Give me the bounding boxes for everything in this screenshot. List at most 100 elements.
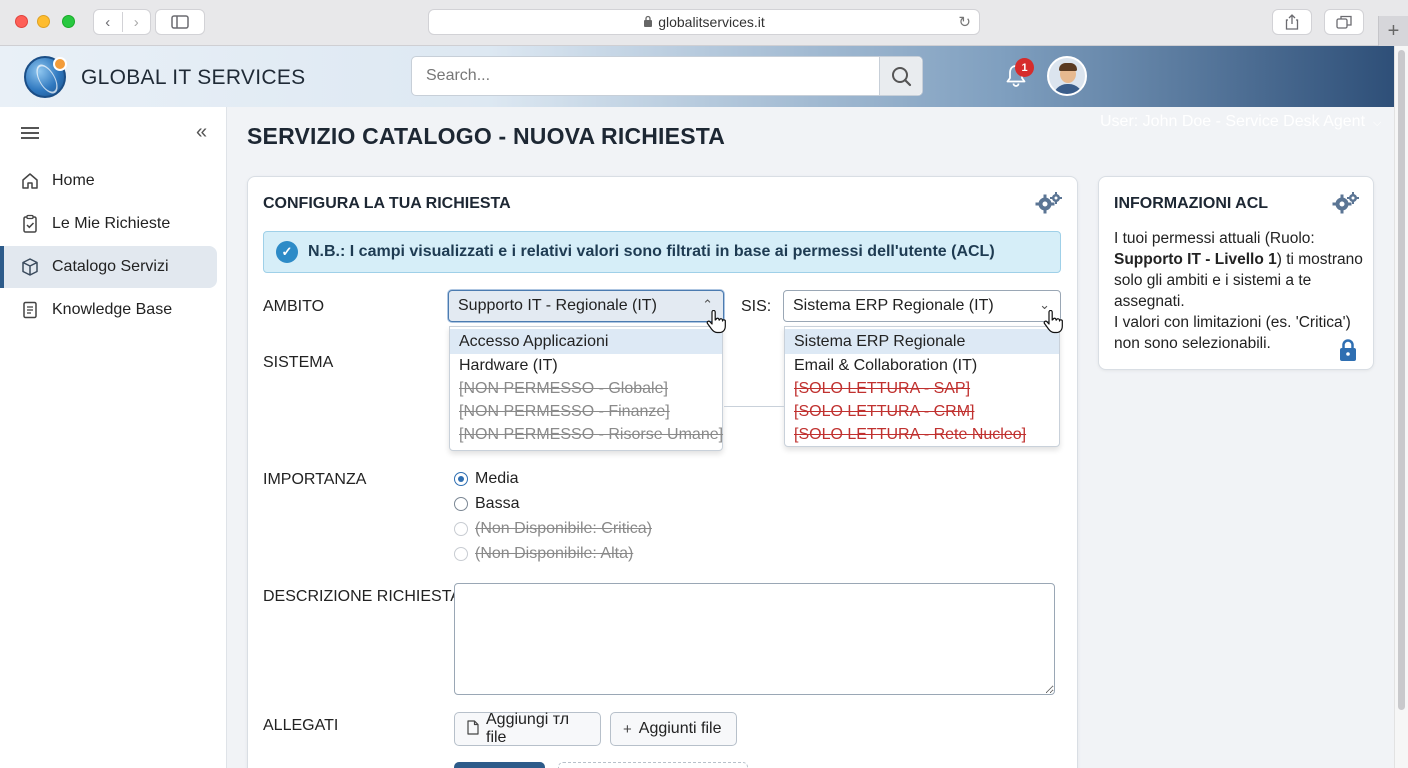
ambito-option[interactable]: Accesso Applicazioni — [450, 329, 722, 354]
acl-notice: ✓ N.B.: I campi visualizzati e i relativ… — [263, 231, 1061, 273]
radio-label: Bassa — [475, 495, 520, 512]
address-bar[interactable]: globalitservices.it ↻ — [428, 9, 980, 35]
tabs-overview-icon[interactable] — [1324, 9, 1364, 35]
book-icon — [20, 300, 40, 320]
radio-circle — [454, 522, 468, 536]
sidebar-item-label: Knowledge Base — [52, 301, 173, 318]
ambito-option[interactable]: Hardware (IT) — [450, 354, 722, 377]
radio-circle[interactable] — [454, 497, 468, 511]
ambito-label: AMBITO — [263, 298, 325, 315]
allegati-label: ALLEGATI — [263, 717, 339, 734]
user-menu[interactable]: User: John Doe - Service Desk Agent ⌵ — [1100, 113, 1381, 131]
window-zoom-button[interactable] — [62, 15, 75, 28]
importanza-label: IMPORTANZA — [263, 471, 367, 488]
menu-icon[interactable] — [21, 127, 39, 139]
chevron-down-icon: ⌵ — [1373, 117, 1382, 129]
add-file-label: Aggiungi тл file — [486, 711, 570, 746]
file-icon — [467, 719, 479, 739]
sistema-label: SISTEMA — [263, 354, 334, 371]
page-scrollbar[interactable] — [1394, 46, 1408, 768]
notice-text: N.B.: I campi visualizzati e i relativi … — [308, 243, 995, 260]
page-title: SERVIZIO CATALOGO - NUOVA RICHIESTA — [247, 123, 726, 149]
radio-label: (Non Disponibile: Critica) — [475, 520, 652, 537]
avatar-hair — [1059, 63, 1077, 71]
lock-icon — [643, 15, 653, 30]
add-file-plus-button[interactable]: + Aggiunti file — [610, 712, 737, 746]
user-label: User: John Doe - Service Desk Agent — [1100, 113, 1366, 130]
descrizione-label: DESCRIZIONE RICHIESTA — [263, 588, 461, 605]
sistema-field-underline — [724, 406, 784, 407]
url-text: globalitservices.it — [658, 14, 765, 30]
sidebar: « Home Le Mie Richieste Catalogo Servizi… — [0, 107, 227, 768]
sis-option-readonly: [SOLO LETTURA - SAP] — [794, 380, 971, 397]
sis-select[interactable]: Sistema ERP Regionale (IT) ⌄ — [783, 290, 1061, 322]
acl-text-part: I valori con limitazioni (es. 'Critica')… — [1114, 314, 1351, 352]
sidebar-item-label: Catalogo Servizi — [52, 258, 169, 275]
home-icon — [20, 171, 40, 191]
acl-text-part: I tuoi permessi attuali (Ruolo: — [1114, 230, 1315, 247]
sidebar-item-home[interactable]: Home — [0, 160, 217, 202]
radio-label: Media — [475, 470, 519, 487]
sis-option[interactable]: Sistema ERP Regionale — [785, 329, 1059, 354]
add-file-plus-label: Aggiunti file — [638, 720, 722, 737]
brand-name: GLOBAL IT SERVICES — [81, 66, 306, 89]
ambito-select[interactable]: Supporto IT - Regionale (IT) ⌃ — [448, 290, 724, 322]
add-file-button[interactable]: Aggiungi тл file — [454, 711, 601, 746]
browser-nav-buttons: ‹ › — [93, 9, 151, 35]
search-input[interactable] — [412, 57, 880, 95]
submit-button[interactable] — [454, 762, 545, 768]
sis-value: Sistema ERP Regionale (IT) — [793, 297, 994, 314]
sidebar-item-knowledge-base[interactable]: Knowledge Base — [0, 289, 217, 331]
sidebar-item-catalog[interactable]: Catalogo Servizi — [0, 246, 217, 288]
sidebar-item-label: Home — [52, 172, 95, 189]
radio-critica-disabled: (Non Disponibile: Critica) — [454, 520, 652, 538]
radio-bassa[interactable]: Bassa — [454, 495, 519, 513]
box-icon — [20, 257, 40, 277]
ambito-value: Supporto IT - Regionale (IT) — [458, 297, 657, 314]
acl-title: INFORMAZIONI ACL — [1114, 195, 1269, 212]
clipboard-check-icon — [20, 214, 40, 234]
plus-icon: + — [623, 720, 632, 738]
hand-cursor-icon — [1043, 310, 1063, 334]
sis-dropdown: Sistema ERP Regionale Email & Collaborat… — [784, 326, 1060, 447]
form-title: CONFIGURA LA TUA RICHIESTA — [263, 195, 511, 212]
radio-label: (Non Disponibile: Alta) — [475, 545, 634, 562]
acl-description: I tuoi permessi attuali (Ruolo: Supporto… — [1114, 228, 1364, 354]
sis-option[interactable]: Email & Collaboration (IT) — [785, 354, 1059, 377]
lock-icon — [1340, 339, 1356, 361]
radio-circle — [454, 547, 468, 561]
ambito-option-disabled: [NON PERMESSO - Finanze] — [459, 403, 670, 420]
radio-alta-disabled: (Non Disponibile: Alta) — [454, 545, 633, 563]
sis-label: SIS: — [741, 298, 772, 315]
app-header: GLOBAL IT SERVICES User: John Doe - Serv… — [0, 46, 1394, 130]
sis-option-readonly: [SOLO LETTURA - Rete Nucleo] — [794, 426, 1027, 443]
sidebar-item-label: Le Mie Richieste — [52, 215, 171, 232]
share-icon[interactable] — [1272, 9, 1312, 35]
forward-icon[interactable]: › — [123, 14, 151, 31]
search-box — [411, 56, 923, 96]
gears-icon[interactable] — [1035, 191, 1063, 215]
browser-toolbar: ‹ › globalitservices.it ↻ + — [0, 0, 1408, 46]
hand-cursor-icon — [706, 310, 726, 334]
sidebar-toggle-icon[interactable] — [155, 9, 205, 35]
dropzone[interactable] — [558, 762, 748, 768]
back-icon[interactable]: ‹ — [94, 14, 122, 31]
notification-badge: 1 — [1015, 58, 1034, 77]
gears-icon[interactable] — [1332, 191, 1360, 215]
window-minimize-button[interactable] — [37, 15, 50, 28]
description-textarea[interactable] — [454, 583, 1055, 695]
collapse-sidebar-icon[interactable]: « — [196, 121, 207, 144]
radio-circle[interactable] — [454, 472, 468, 486]
ambito-option-disabled: [NON PERMESSO - Globale] — [459, 380, 668, 397]
check-circle-icon: ✓ — [276, 241, 298, 263]
sidebar-item-requests[interactable]: Le Mie Richieste — [0, 203, 217, 245]
ambito-option-disabled: [NON PERMESSO - Risorse Umane] — [459, 426, 724, 443]
avatar[interactable] — [1047, 56, 1087, 96]
new-tab-icon[interactable]: + — [1378, 16, 1408, 46]
radio-media[interactable]: Media — [454, 470, 519, 488]
sis-option-readonly: [SOLO LETTURA - CRM] — [794, 403, 975, 420]
search-button[interactable] — [879, 57, 922, 95]
scrollbar-thumb[interactable] — [1398, 50, 1405, 710]
window-close-button[interactable] — [15, 15, 28, 28]
reload-icon[interactable]: ↻ — [958, 13, 971, 31]
